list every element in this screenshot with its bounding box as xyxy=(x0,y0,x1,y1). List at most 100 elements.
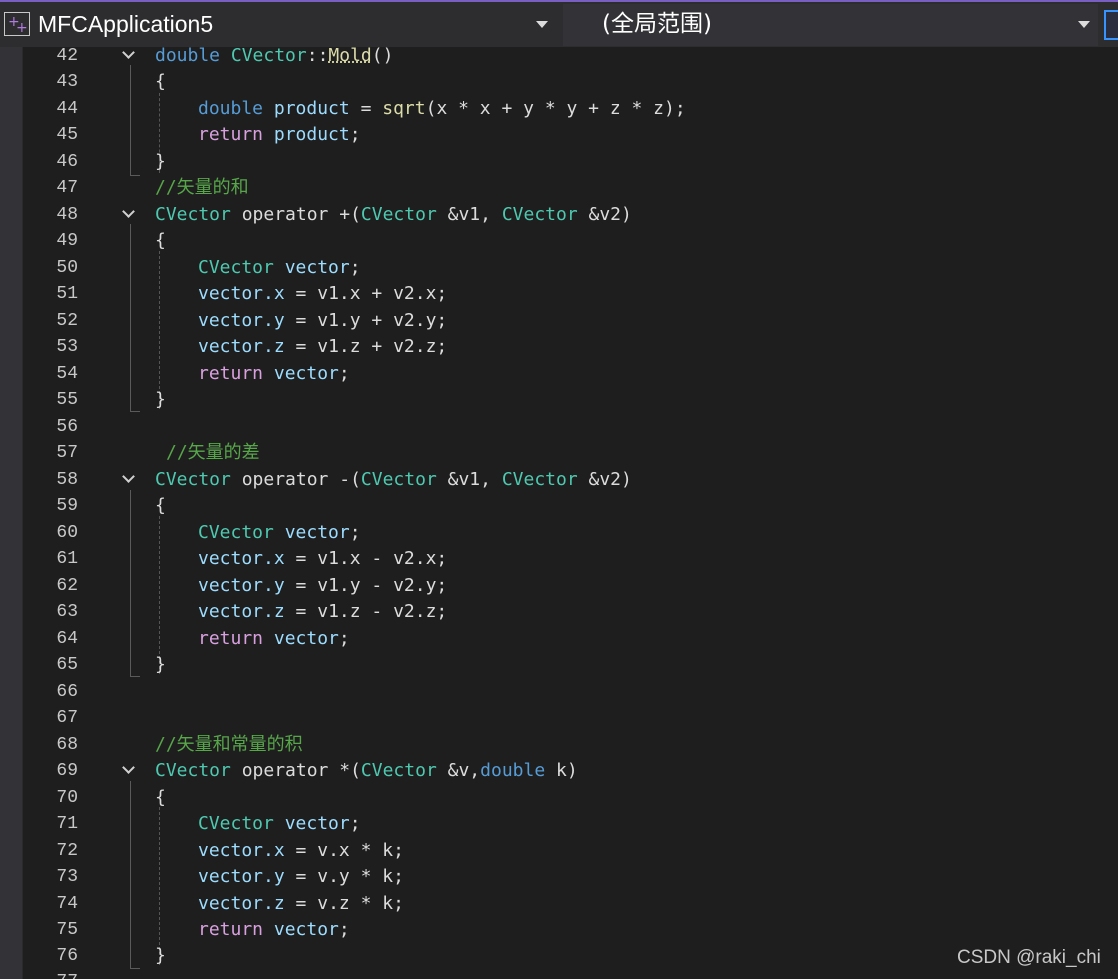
code-line[interactable]: 44 double product = sqrt(x * x + y * y +… xyxy=(0,96,1118,122)
line-number: 68 xyxy=(56,735,78,755)
line-number: 63 xyxy=(56,602,78,622)
code-line[interactable]: 76 } xyxy=(0,943,1118,969)
code-line[interactable]: 48 CVector operator +(CVector &v1, CVect… xyxy=(0,202,1118,228)
code-comment: //矢量的和 xyxy=(155,177,249,198)
code-line[interactable]: 46 } xyxy=(0,149,1118,175)
code-text: return vector; xyxy=(198,628,350,649)
code-text: vector.y = v.y * k; xyxy=(198,866,404,887)
code-line[interactable]: 52 vector.y = v1.y + v2.y; xyxy=(0,308,1118,334)
code-line[interactable]: 68 //矢量和常量的积 xyxy=(0,732,1118,758)
project-dropdown-label[interactable]: MFCApplication5 xyxy=(38,10,213,38)
line-number: 47 xyxy=(56,178,78,198)
scope-dropdown-label[interactable]: (全局范围) xyxy=(602,10,712,38)
code-line[interactable]: 61 vector.x = v1.x - v2.x; xyxy=(0,546,1118,572)
line-number: 51 xyxy=(56,284,78,304)
line-number: 64 xyxy=(56,629,78,649)
code-text: { xyxy=(155,787,166,808)
code-editor[interactable]: 42 double CVector::Mold() 43 { 44 double… xyxy=(0,43,1118,979)
navigation-bar: + + MFCApplication5 (全局范围) xyxy=(0,0,1118,47)
code-line[interactable]: 77 xyxy=(0,969,1118,979)
code-line[interactable]: 43 { xyxy=(0,69,1118,95)
line-number: 45 xyxy=(56,125,78,145)
code-text: CVector vector; xyxy=(198,257,361,278)
code-line[interactable]: 45 return product; xyxy=(0,122,1118,148)
code-line[interactable]: 74 vector.z = v.z * k; xyxy=(0,891,1118,917)
code-line[interactable]: 71 CVector vector; xyxy=(0,811,1118,837)
code-text: } xyxy=(155,389,166,410)
code-text: vector.x = v.x * k; xyxy=(198,840,404,861)
chevron-down-icon[interactable] xyxy=(1078,21,1090,28)
code-text: vector.z = v1.z - v2.z; xyxy=(198,601,448,622)
line-number: 73 xyxy=(56,867,78,887)
line-number: 48 xyxy=(56,205,78,225)
line-number: 50 xyxy=(56,258,78,278)
code-line[interactable]: 73 vector.y = v.y * k; xyxy=(0,864,1118,890)
code-line[interactable]: 57 //矢量的差 xyxy=(0,440,1118,466)
code-line[interactable]: 63 vector.z = v1.z - v2.z; xyxy=(0,599,1118,625)
code-text: { xyxy=(155,230,166,251)
line-number: 65 xyxy=(56,655,78,675)
code-line[interactable]: 64 return vector; xyxy=(0,626,1118,652)
code-text: return vector; xyxy=(198,363,350,384)
line-number: 52 xyxy=(56,311,78,331)
code-text: return vector; xyxy=(198,919,350,940)
code-line[interactable]: 67 xyxy=(0,705,1118,731)
code-line[interactable]: 75 return vector; xyxy=(0,917,1118,943)
code-line[interactable]: 65 } xyxy=(0,652,1118,678)
line-number: 42 xyxy=(56,46,78,66)
code-line[interactable]: 47 //矢量的和 xyxy=(0,175,1118,201)
code-line[interactable]: 50 CVector vector; xyxy=(0,255,1118,281)
code-line[interactable]: 59 { xyxy=(0,493,1118,519)
line-number: 60 xyxy=(56,523,78,543)
code-text: } xyxy=(155,654,166,675)
code-text: vector.x = v1.x - v2.x; xyxy=(198,548,448,569)
code-line[interactable]: 56 xyxy=(0,414,1118,440)
code-text: CVector operator +(CVector &v1, CVector … xyxy=(155,204,632,225)
code-line[interactable]: 49 { xyxy=(0,228,1118,254)
code-line[interactable]: 70 { xyxy=(0,785,1118,811)
code-line[interactable]: 60 CVector vector; xyxy=(0,520,1118,546)
code-line[interactable]: 51 vector.x = v1.x + v2.x; xyxy=(0,281,1118,307)
fold-chevron-icon[interactable] xyxy=(122,205,135,218)
line-number: 57 xyxy=(56,443,78,463)
members-dropdown-icon[interactable] xyxy=(1104,10,1118,40)
line-number: 56 xyxy=(56,417,78,437)
fold-chevron-icon[interactable] xyxy=(122,470,135,483)
line-number: 49 xyxy=(56,231,78,251)
line-number: 44 xyxy=(56,99,78,119)
code-line[interactable]: 69 CVector operator *(CVector &v,double … xyxy=(0,758,1118,784)
code-text: vector.z = v1.z + v2.z; xyxy=(198,336,448,357)
line-number: 46 xyxy=(56,152,78,172)
code-text: { xyxy=(155,495,166,516)
code-comment: //矢量的差 xyxy=(166,442,260,463)
line-number: 70 xyxy=(56,788,78,808)
line-number: 69 xyxy=(56,761,78,781)
line-number: 43 xyxy=(56,72,78,92)
code-line[interactable]: 53 vector.z = v1.z + v2.z; xyxy=(0,334,1118,360)
code-text: CVector vector; xyxy=(198,813,361,834)
code-comment: //矢量和常量的积 xyxy=(155,734,303,755)
code-text: double CVector::Mold() xyxy=(155,45,394,66)
line-number: 53 xyxy=(56,337,78,357)
line-number: 74 xyxy=(56,894,78,914)
line-number: 66 xyxy=(56,682,78,702)
code-line[interactable]: 66 xyxy=(0,679,1118,705)
line-number: 54 xyxy=(56,364,78,384)
code-text: double product = sqrt(x * x + y * y + z … xyxy=(198,98,686,119)
project-plus-icon: + + xyxy=(4,12,30,36)
code-line[interactable]: 55 } xyxy=(0,387,1118,413)
line-number: 75 xyxy=(56,920,78,940)
line-number: 61 xyxy=(56,549,78,569)
line-number: 77 xyxy=(30,969,78,979)
chevron-down-icon[interactable] xyxy=(536,21,548,28)
line-number: 59 xyxy=(56,496,78,516)
code-line[interactable]: 58 CVector operator -(CVector &v1, CVect… xyxy=(0,467,1118,493)
code-line[interactable]: 42 double CVector::Mold() xyxy=(0,43,1118,69)
code-line[interactable]: 54 return vector; xyxy=(0,361,1118,387)
code-line[interactable]: 72 vector.x = v.x * k; xyxy=(0,838,1118,864)
fold-chevron-icon[interactable] xyxy=(122,46,135,59)
fold-chevron-icon[interactable] xyxy=(122,761,135,774)
code-line[interactable]: 62 vector.y = v1.y - v2.y; xyxy=(0,573,1118,599)
code-text: CVector operator *(CVector &v,double k) xyxy=(155,760,578,781)
code-text: } xyxy=(155,151,166,172)
